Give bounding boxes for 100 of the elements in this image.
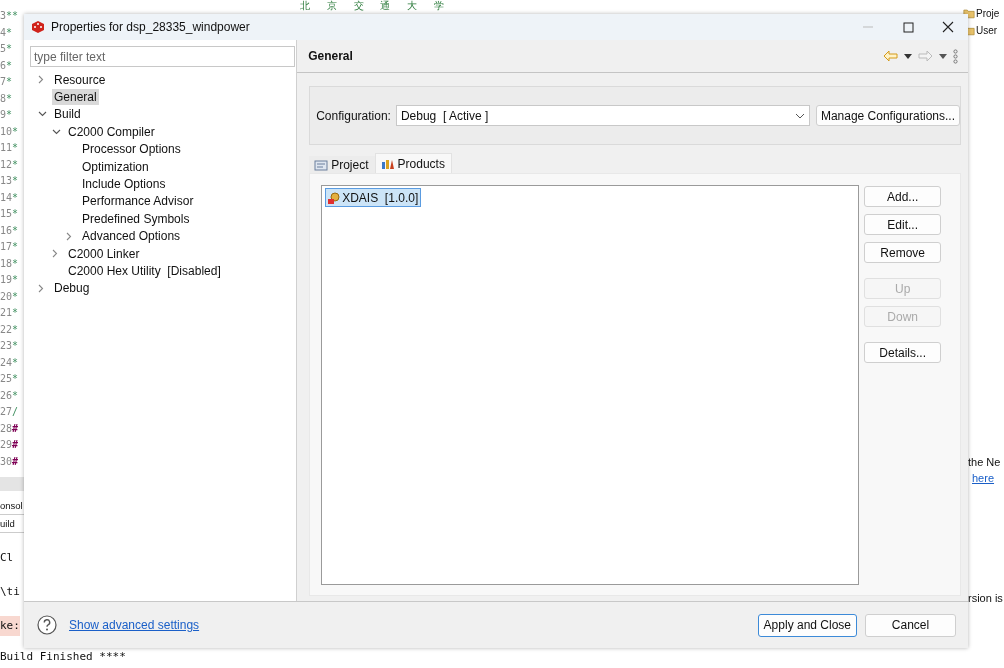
line-number: 18 bbox=[0, 256, 13, 271]
code-text: * bbox=[12, 289, 19, 304]
code-text: * bbox=[6, 25, 13, 40]
manage-configurations-button[interactable]: Manage Configurations... bbox=[815, 105, 960, 126]
code-text: * bbox=[12, 273, 19, 287]
more-icon[interactable] bbox=[953, 48, 958, 64]
document-icon bbox=[314, 158, 329, 171]
code-text: * bbox=[6, 108, 13, 122]
line-number: 11 bbox=[0, 141, 13, 155]
code-text: * bbox=[12, 388, 19, 403]
side-button[interactable]: Remove bbox=[864, 242, 942, 263]
link[interactable]: Show advanced settings bbox=[69, 618, 200, 632]
tree-item[interactable]: User bbox=[976, 25, 998, 36]
package-icon bbox=[327, 190, 342, 205]
tab[interactable]: Project bbox=[309, 156, 375, 173]
filter-field[interactable]: type filter text bbox=[30, 46, 295, 67]
side-button[interactable]: Add... bbox=[864, 186, 942, 207]
line-number: 6 bbox=[0, 58, 7, 73]
console-line: Build Finished **** bbox=[0, 650, 126, 663]
code-text: * bbox=[6, 75, 13, 89]
tree-item[interactable]: Debug bbox=[52, 280, 92, 297]
line-number: 7 bbox=[0, 75, 7, 89]
line-number: 27 bbox=[0, 405, 13, 419]
code-text: * bbox=[12, 322, 19, 337]
code-text: # bbox=[12, 454, 19, 469]
chevron-right-icon[interactable] bbox=[38, 283, 44, 293]
books-icon bbox=[380, 157, 395, 170]
line-number: 13 bbox=[0, 174, 13, 188]
cancel-button[interactable]: Cancel bbox=[865, 613, 956, 637]
chevron-right-icon[interactable] bbox=[38, 75, 44, 85]
chevron-right-icon[interactable] bbox=[52, 249, 58, 259]
tree-item[interactable]: Predefined Symbols bbox=[80, 210, 192, 227]
side-button[interactable]: Edit... bbox=[864, 214, 942, 235]
chevron-down-icon[interactable] bbox=[52, 128, 61, 135]
line-number: 9 bbox=[0, 108, 7, 122]
line-number: 29 bbox=[0, 438, 13, 452]
code-text: * bbox=[12, 190, 19, 205]
code-text: * bbox=[12, 207, 19, 221]
tree-item[interactable]: Build bbox=[52, 106, 83, 123]
back-arrow-icon[interactable] bbox=[883, 50, 898, 62]
note-text: rsion is bbox=[968, 591, 1003, 606]
heading-text: 北 京 交 通 大 学 bbox=[300, 0, 444, 11]
code-text: * bbox=[12, 339, 19, 353]
line-number: 8 bbox=[0, 91, 7, 106]
maximize-icon[interactable] bbox=[902, 21, 914, 33]
line-number: 15 bbox=[0, 207, 13, 221]
code-text: * bbox=[12, 306, 19, 320]
tree-item[interactable]: Advanced Options bbox=[80, 228, 183, 245]
line-number: 30 bbox=[0, 454, 13, 469]
line-number: 28 bbox=[0, 421, 13, 436]
tree-item[interactable]: General bbox=[52, 89, 99, 106]
tab[interactable]: Products bbox=[374, 153, 452, 173]
code-text: ** bbox=[6, 9, 19, 23]
list-item[interactable]: XDAIS [1.0.0] bbox=[325, 188, 422, 207]
code-text: * bbox=[12, 372, 19, 386]
code-text: * bbox=[12, 240, 19, 254]
code-text: * bbox=[12, 141, 19, 155]
code-text: # bbox=[12, 438, 19, 452]
line-number: 25 bbox=[0, 372, 13, 386]
line-number: 23 bbox=[0, 339, 13, 353]
help-icon[interactable] bbox=[37, 615, 57, 635]
line-number: 21 bbox=[0, 306, 13, 320]
code-text: * bbox=[12, 223, 19, 238]
tree-item[interactable]: Include Options bbox=[80, 176, 168, 193]
apply-and-close-button[interactable]: Apply and Close bbox=[757, 613, 857, 637]
caret-icon[interactable] bbox=[939, 53, 947, 59]
tree-item[interactable]: C2000 Linker bbox=[66, 245, 142, 262]
chevron-down-icon[interactable] bbox=[38, 111, 47, 118]
line-number: 26 bbox=[0, 388, 13, 403]
tree-item[interactable]: Optimization bbox=[80, 158, 151, 175]
line-number: 5 bbox=[0, 42, 7, 56]
line-number: 14 bbox=[0, 190, 13, 205]
line-number: 10 bbox=[0, 124, 13, 139]
line-number: 24 bbox=[0, 355, 13, 370]
line-number: 17 bbox=[0, 240, 13, 254]
tree-item[interactable]: Processor Options bbox=[80, 141, 183, 158]
code-text: * bbox=[12, 355, 19, 370]
code-text: * bbox=[12, 256, 19, 271]
tree-item[interactable]: C2000 Compiler bbox=[66, 123, 157, 140]
close-icon[interactable] bbox=[942, 21, 954, 33]
page-title: General bbox=[308, 49, 353, 63]
code-text: # bbox=[12, 421, 19, 436]
tree-item[interactable]: C2000 Hex Utility [Disabled] bbox=[66, 263, 223, 279]
tree-item[interactable]: Proje bbox=[976, 8, 1000, 19]
console-line: \ti bbox=[0, 584, 20, 600]
tree-item[interactable]: Performance Advisor bbox=[80, 193, 196, 210]
line-number: 16 bbox=[0, 223, 13, 238]
code-text: * bbox=[6, 42, 13, 56]
window-title: Properties for dsp_28335_windpower bbox=[51, 20, 250, 34]
side-button[interactable]: Details... bbox=[864, 342, 942, 363]
code-text: * bbox=[12, 174, 19, 188]
configuration-dropdown[interactable]: Debug [ Active ] bbox=[395, 105, 810, 126]
line-number: 12 bbox=[0, 157, 13, 172]
scrollbar[interactable] bbox=[0, 477, 24, 491]
code-text: * bbox=[6, 58, 13, 73]
code-text: * bbox=[6, 91, 13, 106]
link[interactable]: here bbox=[972, 470, 995, 486]
caret-icon[interactable] bbox=[904, 53, 912, 59]
chevron-right-icon[interactable] bbox=[66, 231, 72, 241]
tree-item[interactable]: Resource bbox=[52, 71, 108, 88]
